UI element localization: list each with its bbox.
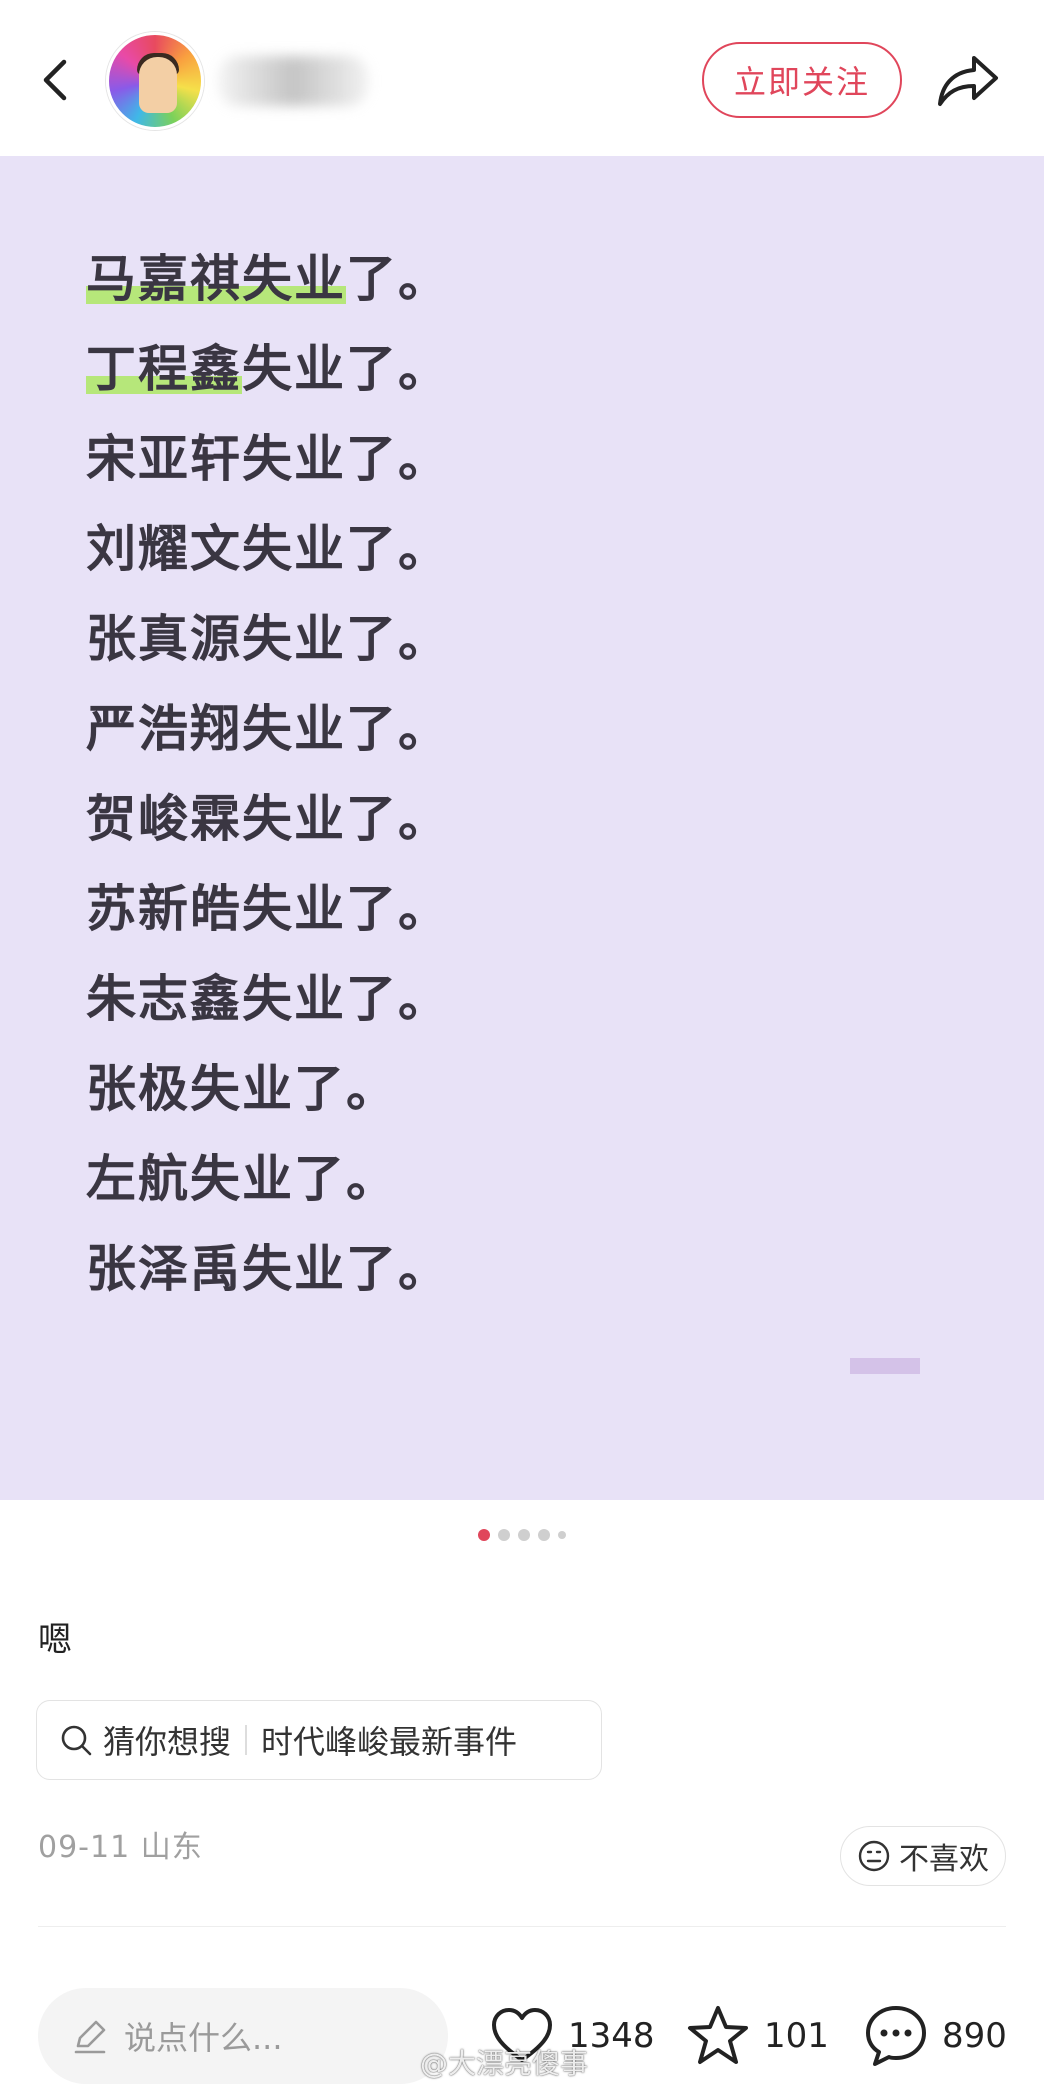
highlighted-name: 丁程鑫: [86, 324, 242, 414]
line-text: 贺峻霖失业了。: [86, 790, 450, 848]
search-suggestion-topic: 时代峰峻最新事件: [261, 1723, 518, 1761]
watermark: @大漂亮傻事: [420, 2047, 589, 2080]
comment-count: 890: [942, 2016, 1007, 2056]
text-line: 宋亚轩失业了。: [86, 414, 450, 504]
favorite-button[interactable]: 101: [684, 1998, 829, 2074]
text-line: 苏新皓失业了。: [86, 864, 450, 954]
search-suggestion[interactable]: 猜你想搜 时代峰峻最新事件: [36, 1700, 602, 1780]
share-button[interactable]: [934, 48, 1002, 112]
favorite-count: 101: [764, 2016, 829, 2056]
post-caption: 嗯: [38, 1620, 72, 1660]
text-line: 刘耀文失业了。: [86, 504, 450, 594]
highlighted-name-text: 马嘉祺: [86, 250, 242, 308]
line-text: 张真源失业了。: [86, 610, 450, 668]
search-icon: [61, 1725, 92, 1756]
dislike-button[interactable]: 不喜欢: [840, 1826, 1006, 1886]
highlighted-text: 失业: [242, 234, 346, 324]
comment-placeholder: 说点什么...: [124, 2019, 283, 2057]
comment-input[interactable]: 说点什么...: [38, 1988, 448, 2084]
post-image[interactable]: 马嘉祺失业了。 丁程鑫失业了。 宋亚轩失业了。 刘耀文失业了。 张真源失业了。 严浩翔失业…: [0, 156, 1044, 1500]
text-line: 张真源失业了。: [86, 594, 450, 684]
line-text: 刘耀文失业了。: [86, 520, 450, 578]
text-line: 丁程鑫失业了。: [86, 324, 450, 414]
pager-dot[interactable]: [558, 1531, 566, 1539]
text-line: 贺峻霖失业了。: [86, 774, 450, 864]
decorative-mark: [850, 1358, 920, 1374]
follow-button[interactable]: 立即关注: [702, 42, 902, 118]
share-arrow-icon: [938, 56, 998, 106]
line-text: 苏新皓失业了。: [86, 880, 450, 938]
text-line: 马嘉祺失业了。: [86, 234, 450, 324]
text-line: 张泽禹失业了。: [86, 1224, 450, 1314]
username-blurred[interactable]: [218, 56, 368, 106]
text-line: 张极失业了。: [86, 1044, 450, 1134]
highlighted-name: 马嘉祺: [86, 234, 242, 324]
image-pager: [0, 1528, 1044, 1542]
text-lines: 马嘉祺失业了。 丁程鑫失业了。 宋亚轩失业了。 刘耀文失业了。 张真源失业了。 严浩翔失业…: [86, 234, 450, 1314]
line-text: 了。: [346, 250, 450, 308]
pager-dot[interactable]: [478, 1529, 490, 1541]
back-button[interactable]: [28, 50, 88, 110]
line-text: 张极失业了。: [86, 1060, 398, 1118]
divider: [38, 1926, 1006, 1927]
highlighted-name-text: 丁程鑫: [86, 340, 242, 398]
line-text: 失业了。: [242, 340, 450, 398]
comment-bubble-icon: [866, 2006, 926, 2066]
line-text: 宋亚轩失业了。: [86, 430, 450, 488]
avatar[interactable]: [106, 32, 204, 130]
separator: [245, 1725, 248, 1755]
post-date-location: 09-11 山东: [38, 1830, 203, 1865]
dislike-label: 不喜欢: [899, 1842, 989, 1877]
pager-dot[interactable]: [498, 1529, 510, 1541]
pager-dot[interactable]: [518, 1529, 530, 1541]
line-text: 朱志鑫失业了。: [86, 970, 450, 1028]
top-bar: 立即关注: [0, 0, 1044, 156]
line-text: 左航失业了。: [86, 1150, 398, 1208]
text-line: 左航失业了。: [86, 1134, 450, 1224]
neutral-face-icon: [858, 1840, 890, 1872]
search-suggestion-label: 猜你想搜: [103, 1723, 232, 1761]
line-text: 严浩翔失业了。: [86, 700, 450, 758]
avatar-figure-shape: [139, 57, 177, 113]
highlighted-text-content: 失业: [242, 250, 346, 308]
comment-button[interactable]: 890: [862, 1998, 1007, 2074]
text-line: 严浩翔失业了。: [86, 684, 450, 774]
line-text: 张泽禹失业了。: [86, 1240, 450, 1298]
chevron-left-icon: [43, 59, 67, 101]
pager-dot[interactable]: [538, 1529, 550, 1541]
pencil-icon: [74, 2020, 106, 2054]
post-detail-page: 立即关注 马嘉祺失业了。 丁程鑫失业了。 宋亚轩失业了。 刘耀文失业了。 张真源失业了。…: [0, 0, 1044, 2088]
text-line: 朱志鑫失业了。: [86, 954, 450, 1044]
star-icon: [688, 2006, 748, 2064]
